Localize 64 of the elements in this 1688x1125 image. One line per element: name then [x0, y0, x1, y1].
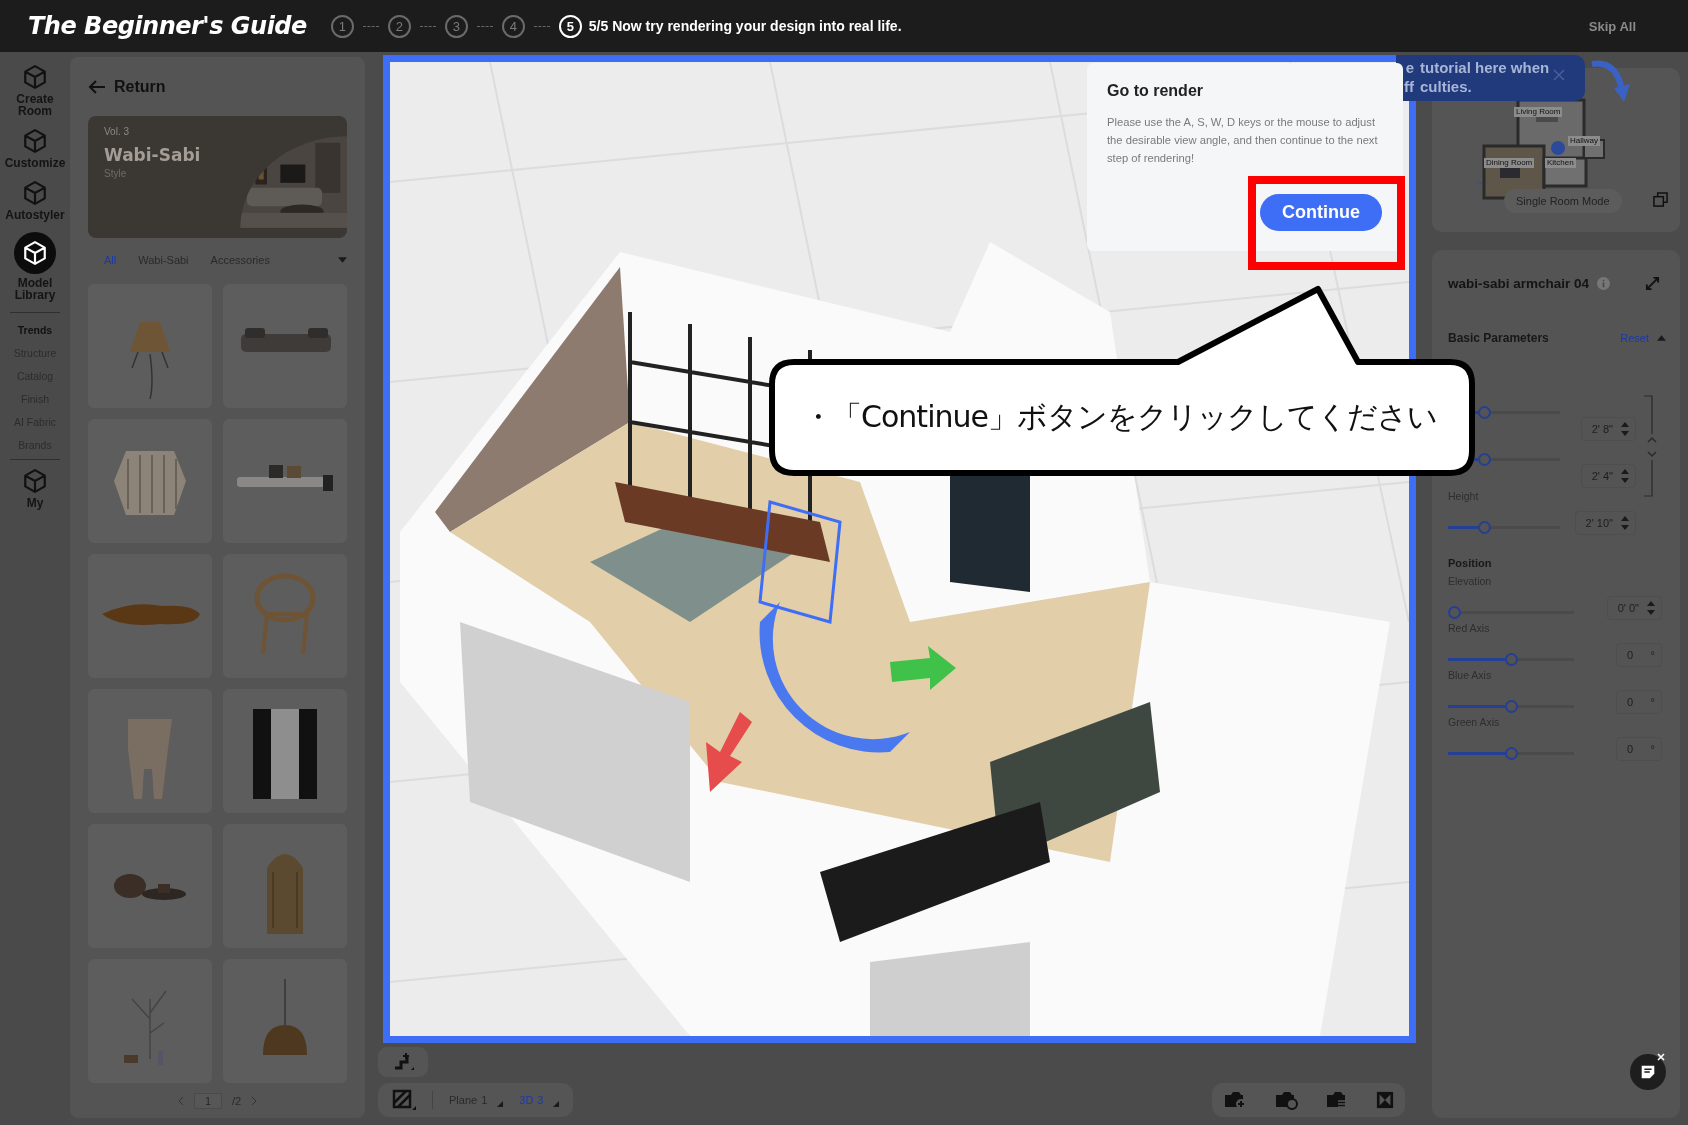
split-view-button[interactable]	[1376, 1091, 1395, 1109]
cube-icon	[22, 180, 48, 206]
note-icon[interactable]	[1639, 1063, 1657, 1081]
slider-thumb[interactable]	[1477, 405, 1491, 419]
caret-icon[interactable]	[497, 1101, 504, 1107]
info-icon[interactable]	[1597, 276, 1611, 290]
continue-button[interactable]: Continue	[1260, 194, 1382, 231]
tooltip-text: tutorial here when	[1420, 59, 1550, 77]
callout-text: ・「Continue」ボタンをクリックしてください	[802, 397, 1438, 436]
previous-page-icon[interactable]	[177, 1096, 184, 1106]
category-link[interactable]: Trends	[1, 319, 69, 342]
room-label: Kitchen	[1545, 158, 1576, 168]
next-page-icon[interactable]	[251, 1096, 258, 1106]
step-indicator: 5	[558, 14, 582, 38]
back-arrow-icon[interactable]	[88, 80, 106, 94]
return-button[interactable]: Return	[88, 75, 166, 99]
slider-thumb[interactable]	[1504, 653, 1518, 666]
stepper-icon[interactable]	[1621, 421, 1629, 437]
room-label: Dining Room	[1484, 158, 1535, 168]
cube-icon	[22, 468, 48, 494]
collapse-caret-icon[interactable]	[1657, 335, 1666, 341]
slider-thumb[interactable]	[1504, 747, 1518, 760]
room-label: Hallway	[1568, 136, 1600, 146]
caret-icon[interactable]	[553, 1101, 560, 1107]
step-indicator: 1	[330, 14, 354, 38]
section-title: Position	[1448, 557, 1493, 569]
step-indicator: 2	[387, 14, 411, 38]
slider-thumb[interactable]	[1504, 700, 1518, 713]
caret-icon[interactable]	[338, 257, 347, 263]
skip-all-button[interactable]: Skip All	[1588, 18, 1660, 34]
dialog-message: Please use the A, S, W, D keys or the mouse to adjust the desirable view angle, and then continue to the next step of rendering!	[1107, 115, 1379, 166]
step-indicator: 4	[501, 14, 525, 38]
volume-label: Vol. 3	[104, 126, 130, 137]
dialog-title: Go to render	[1107, 82, 1204, 100]
filter-tab[interactable]: All	[104, 254, 117, 266]
room-label: Living Room	[1514, 107, 1563, 117]
popout-button[interactable]	[1653, 192, 1668, 207]
tooltip-text: ff	[1404, 78, 1414, 96]
curved-arrow-icon	[1590, 58, 1630, 104]
single-room-mode-button[interactable]: Single Room Mode	[1504, 189, 1622, 213]
stepper-icon[interactable]	[1647, 600, 1655, 616]
hatch-icon[interactable]	[392, 1089, 416, 1111]
reset-link[interactable]: Reset	[1620, 332, 1649, 344]
slider-thumb[interactable]	[1477, 521, 1491, 534]
slider-thumb[interactable]	[1448, 606, 1461, 619]
stairs-icon	[392, 1052, 414, 1072]
expand-icon[interactable]	[1645, 275, 1660, 291]
tooltip-text: e	[1405, 59, 1414, 77]
tooltip-text: culties.	[1420, 78, 1472, 96]
toolbar-button[interactable]	[378, 1047, 428, 1077]
camera-settings-button[interactable]	[1273, 1089, 1300, 1111]
cube-icon	[22, 240, 48, 266]
collection-title: Wabi-Sabi	[104, 145, 201, 165]
guide-title: The Beginner's Guide	[28, 12, 307, 40]
model-name: wabi-sabi armchair 04	[1448, 275, 1590, 291]
view-mode-button[interactable]: 3D 3	[519, 1093, 560, 1107]
cube-icon	[22, 64, 48, 90]
stepper-icon[interactable]	[1621, 515, 1629, 531]
step-text: 5/5 Now try rendering your design into real life.	[588, 18, 902, 34]
stepper-icon[interactable]	[1621, 468, 1629, 484]
section-title: Basic Parameters	[1448, 331, 1549, 345]
cube-icon	[22, 128, 48, 154]
slider-thumb[interactable]	[1477, 452, 1491, 466]
step-indicator: 3	[444, 14, 468, 38]
